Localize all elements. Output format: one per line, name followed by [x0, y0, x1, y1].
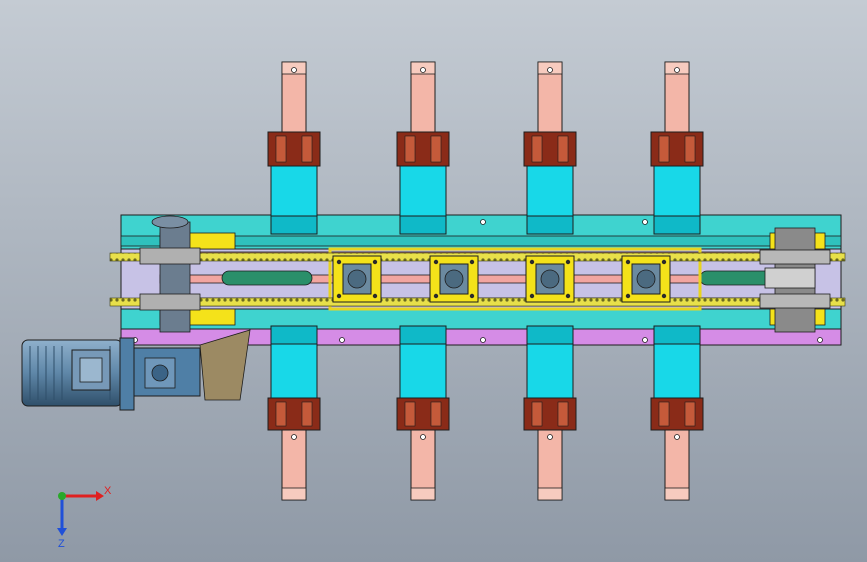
clamp-bore	[540, 269, 560, 289]
tension-block	[764, 267, 816, 289]
upper-station-base	[399, 215, 447, 235]
lower-post-hole	[420, 434, 426, 440]
slot-left	[221, 270, 313, 286]
lower-station-base	[270, 325, 318, 345]
clamp-bolt	[565, 293, 571, 299]
clamp-bore	[444, 269, 464, 289]
clamp-bolt	[433, 293, 439, 299]
drive-sprocket-top	[139, 247, 201, 265]
frame-hole	[480, 337, 486, 343]
lower-post-cap	[664, 487, 690, 501]
upper-station-base	[270, 215, 318, 235]
lower-post-hole	[291, 434, 297, 440]
clamp-bolt	[372, 293, 378, 299]
lower-post-cap	[537, 487, 563, 501]
terminal-cover	[79, 357, 103, 383]
idler-sprocket-top	[759, 249, 831, 265]
upper-post-hole	[420, 67, 426, 73]
clamp-bolt	[336, 259, 342, 265]
clamp-bolt	[565, 259, 571, 265]
lower-bearing-roller	[557, 401, 569, 427]
clamp-bore	[636, 269, 656, 289]
clamp-bolt	[469, 293, 475, 299]
clamp-bolt	[661, 293, 667, 299]
upper-station-block	[653, 165, 701, 217]
clamp-bolt	[625, 293, 631, 299]
upper-bearing-roller	[531, 135, 543, 163]
lower-post-hole	[547, 434, 553, 440]
drive-hub-top	[151, 215, 189, 229]
lower-station-base	[653, 325, 701, 345]
lower-bearing-roller	[531, 401, 543, 427]
cad-viewport[interactable]: X Z	[0, 0, 867, 562]
clamp-bolt	[372, 259, 378, 265]
upper-bearing-roller	[430, 135, 442, 163]
upper-bearing-roller	[658, 135, 670, 163]
idler-sprocket-bottom	[759, 293, 831, 309]
frame-hole	[642, 219, 648, 225]
upper-post-hole	[291, 67, 297, 73]
clamp-bolt	[336, 293, 342, 299]
lower-station-block	[653, 343, 701, 399]
frame-hole	[480, 219, 486, 225]
lower-bearing-roller	[404, 401, 416, 427]
motor-flange	[119, 337, 135, 411]
clamp-bolt	[469, 259, 475, 265]
gearbox-output	[151, 364, 169, 382]
lower-bearing-roller	[301, 401, 313, 427]
clamp-bolt	[529, 293, 535, 299]
upper-station-block	[399, 165, 447, 217]
lower-station-block	[526, 343, 574, 399]
upper-bearing-roller	[557, 135, 569, 163]
lower-station-base	[526, 325, 574, 345]
upper-post-hole	[547, 67, 553, 73]
drive-shaft	[159, 221, 191, 333]
upper-bearing-roller	[275, 135, 287, 163]
clamp-bolt	[433, 259, 439, 265]
lower-bearing-roller	[658, 401, 670, 427]
lower-station-base	[399, 325, 447, 345]
frame-hole	[339, 337, 345, 343]
clamp-bore	[347, 269, 367, 289]
triad-origin	[58, 492, 66, 500]
lower-bearing-roller	[430, 401, 442, 427]
lower-bearing-roller	[275, 401, 287, 427]
upper-bearing-roller	[301, 135, 313, 163]
upper-bearing-roller	[684, 135, 696, 163]
lower-bearing-roller	[684, 401, 696, 427]
upper-station-block	[270, 165, 318, 217]
upper-station-base	[653, 215, 701, 235]
upper-station-block	[526, 165, 574, 217]
triad-z-label: Z	[58, 538, 65, 550]
triad-x-label: X	[104, 485, 112, 497]
clamp-bolt	[661, 259, 667, 265]
lower-post-cap	[281, 487, 307, 501]
lower-post-cap	[410, 487, 436, 501]
drive-sprocket-bottom	[139, 293, 201, 311]
upper-bearing-roller	[404, 135, 416, 163]
lower-station-block	[270, 343, 318, 399]
clamp-bolt	[529, 259, 535, 265]
frame-hole	[817, 337, 823, 343]
frame-hole	[642, 337, 648, 343]
clamp-bolt	[625, 259, 631, 265]
lower-post-hole	[674, 434, 680, 440]
lower-station-block	[399, 343, 447, 399]
upper-post-hole	[674, 67, 680, 73]
upper-station-base	[526, 215, 574, 235]
